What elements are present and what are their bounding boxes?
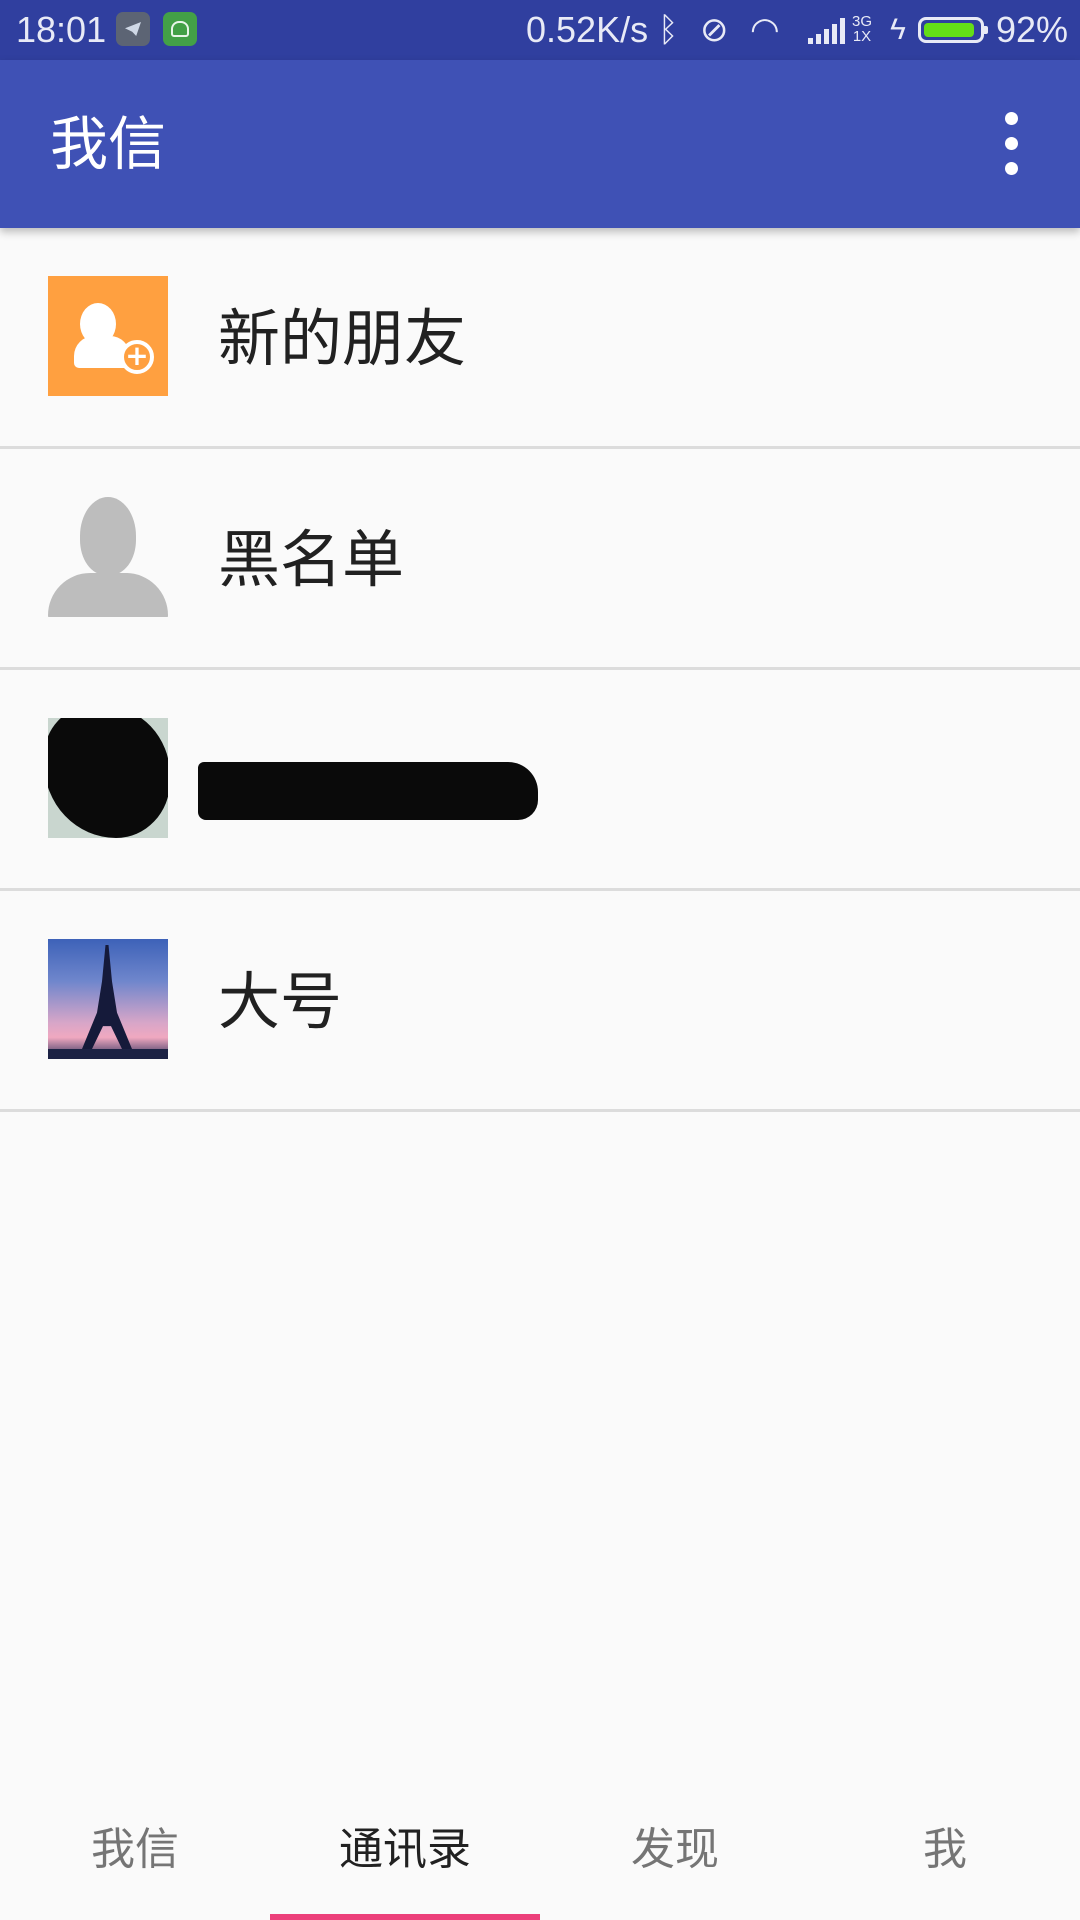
network-type: 3G 1X bbox=[852, 13, 873, 45]
telegram-notification-icon bbox=[116, 12, 150, 46]
avatar bbox=[48, 718, 168, 838]
network-speed: 0.52K/s bbox=[526, 9, 649, 50]
signal-icon bbox=[808, 18, 848, 44]
new-friend-icon: + bbox=[48, 276, 168, 396]
tab-contacts[interactable]: 通讯录 bbox=[270, 1800, 540, 1920]
contact-list: + 新的朋友 黑名单 大号 bbox=[0, 228, 1080, 1112]
battery-icon bbox=[918, 17, 988, 43]
contact-item-new-friends[interactable]: + 新的朋友 bbox=[0, 228, 1080, 449]
contact-name: 黑名单 bbox=[218, 523, 405, 596]
active-tab-indicator bbox=[270, 1914, 540, 1920]
charging-icon: ϟ bbox=[890, 13, 906, 46]
redacted-name bbox=[198, 762, 538, 820]
bluetooth-icon: ᛒ bbox=[658, 11, 679, 49]
android-notification-icon bbox=[163, 12, 197, 46]
contact-name: 新的朋友 bbox=[218, 302, 467, 375]
contact-item-dahao[interactable]: 大号 bbox=[0, 891, 1080, 1112]
tab-discover[interactable]: 发现 bbox=[540, 1800, 810, 1920]
status-bar: 18:01 0.52K/s ᛒ ⊘ ◠ 3G 1X ϟ 92% bbox=[0, 0, 1080, 60]
tab-messages[interactable]: 我信 bbox=[0, 1800, 270, 1920]
battery-percent: 92% bbox=[996, 9, 1069, 50]
more-options-icon[interactable] bbox=[996, 112, 1032, 176]
battery-level-fill bbox=[924, 23, 974, 37]
app-title: 我信 bbox=[50, 110, 167, 178]
contact-item-blacklist[interactable]: 黑名单 bbox=[0, 449, 1080, 670]
tab-me[interactable]: 我 bbox=[810, 1800, 1080, 1920]
vibrate-off-icon: ⊘ bbox=[700, 11, 729, 49]
status-time: 18:01 bbox=[16, 9, 107, 50]
app-bar: 我信 bbox=[0, 60, 1080, 228]
person-icon bbox=[48, 497, 168, 617]
avatar bbox=[48, 939, 168, 1059]
wifi-icon: ◠ bbox=[750, 11, 780, 49]
contact-name: 大号 bbox=[218, 965, 343, 1038]
bottom-tab-bar: 我信 通讯录 发现 我 bbox=[0, 1800, 1080, 1920]
contact-item-redacted[interactable] bbox=[0, 670, 1080, 891]
